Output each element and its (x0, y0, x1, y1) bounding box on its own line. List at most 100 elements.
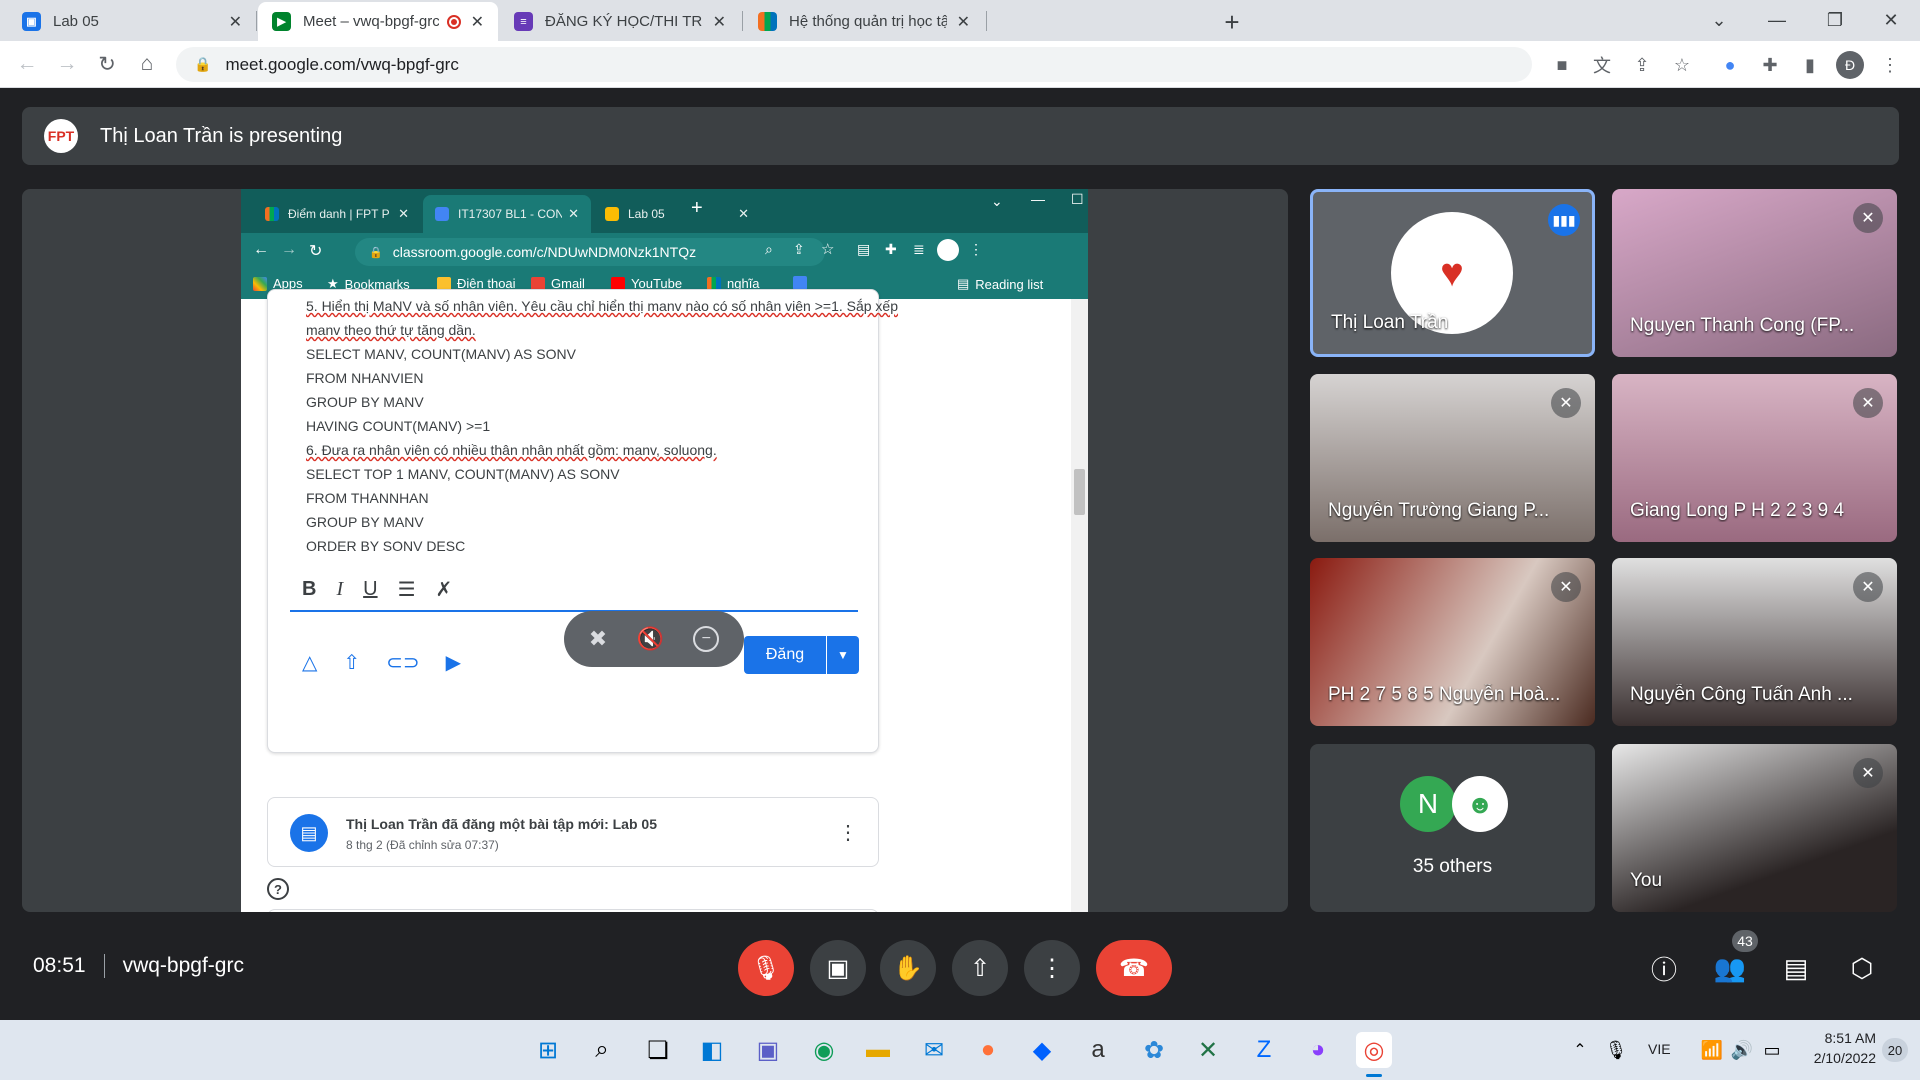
raise-hand-button[interactable]: ✋ (880, 940, 936, 996)
menu-icon[interactable]: ⋮ (1876, 51, 1904, 79)
side-panel-icon[interactable]: ▮ (1796, 51, 1824, 79)
editor-underline (290, 610, 858, 612)
more-options-button[interactable]: ⋮ (1024, 940, 1080, 996)
help-icon: ? (267, 878, 289, 900)
shared-url-text: classroom.google.com/c/NDUwNDM0Nzk1NTQz (392, 244, 697, 260)
messenger-icon[interactable]: ◕ (1300, 1032, 1336, 1068)
maximize-icon: ☐ (1071, 191, 1084, 207)
widgets-icon[interactable]: ◧ (694, 1032, 730, 1068)
extension-round-icon[interactable]: ● (1716, 51, 1744, 79)
people-icon[interactable]: 👥 (1710, 948, 1750, 988)
browser-tab-fpt-lms[interactable]: Hệ thống quản trị học tập Fpt Po ✕ (744, 2, 984, 41)
extensions-icon[interactable]: ✚ (1756, 51, 1784, 79)
close-tab-icon[interactable]: ✕ (471, 12, 484, 32)
mic-toggle-button[interactable]: 🎙 (738, 940, 794, 996)
zalo-icon[interactable]: Z (1246, 1032, 1282, 1068)
participant-name: PH 2 7 5 8 5 Nguyễn Hoà... (1328, 684, 1561, 705)
self-tile[interactable]: ✕ You (1612, 744, 1897, 912)
menu-icon: ⋮ (969, 241, 983, 257)
active-indicator (1366, 1074, 1382, 1077)
search-icon[interactable]: ⌕ (584, 1032, 620, 1068)
browser-tab-lab05[interactable]: ▣ Lab 05 ✕ (8, 2, 256, 41)
shared-address-bar: 🔒 classroom.google.com/c/NDUwNDM0Nzk1NTQ… (355, 238, 825, 266)
close-tab-icon[interactable]: ✕ (713, 12, 726, 32)
teams-chat-icon[interactable]: ▣ (750, 1032, 786, 1068)
forward-icon[interactable]: → (52, 49, 82, 79)
assignment-notice: ▤ Thị Loan Trần đã đăng một bài tập mới:… (267, 797, 879, 867)
new-tab-button[interactable]: + (1216, 6, 1248, 38)
excel-icon[interactable]: ✕ (1190, 1032, 1226, 1068)
forward-icon: → (281, 241, 297, 258)
participant-tile[interactable]: ✕ Nguyen Thanh Cong (FP... (1612, 189, 1897, 357)
microphone-icon[interactable]: 🎙 (1598, 1032, 1634, 1068)
meeting-time: 08:51 (33, 954, 86, 977)
upload-icon: ⇧ (343, 652, 361, 674)
reload-icon[interactable]: ↻ (92, 49, 122, 79)
others-tile[interactable]: N ☻ 35 others (1310, 744, 1595, 912)
mic-off-icon: ✕ (1551, 572, 1581, 602)
lock-icon: 🔒 (194, 56, 212, 72)
dropbox-icon[interactable]: ◆ (1024, 1032, 1060, 1068)
notification-badge[interactable]: 20 (1882, 1038, 1908, 1062)
tab-search-icon[interactable]: ⌄ (1690, 0, 1748, 41)
activities-icon[interactable]: ⬡ (1842, 948, 1882, 988)
browser-toolbar: ← → ↻ ⌂ 🔒 meet.google.com/vwq-bpgf-grc ■… (0, 41, 1920, 88)
camera-icon[interactable]: ■ (1548, 51, 1576, 79)
edge-icon[interactable]: ◉ (806, 1032, 842, 1068)
maximize-button[interactable]: ❐ (1806, 0, 1864, 41)
task-view-icon[interactable]: ❏ (640, 1032, 676, 1068)
link-icon: ⊂⊃ (386, 652, 420, 674)
share-icon[interactable]: ⇪ (1628, 51, 1656, 79)
close-window-button[interactable]: ✕ (1862, 0, 1920, 41)
browser-tab-meet[interactable]: ▶ Meet – vwq-bpgf-grc ✕ (258, 2, 498, 41)
app-icon[interactable]: ✿ (1136, 1032, 1172, 1068)
chrome-icon[interactable]: ◎ (1356, 1032, 1392, 1068)
browser-tab-dang-ky[interactable]: ≡ ĐĂNG KÝ HỌC/THI TRỰC TUYẾN ✕ (500, 2, 740, 41)
mic-off-icon: ✕ (1853, 203, 1883, 233)
participant-tile[interactable]: ✕ Nguyễn Trường Giang P... (1310, 374, 1595, 542)
participant-tile[interactable]: ✕ Giang Long P H 2 2 3 9 4 (1612, 374, 1897, 542)
firefox-icon[interactable]: ● (970, 1032, 1006, 1068)
minimize-button[interactable]: — (1748, 0, 1806, 41)
present-icon: ⇧ (969, 954, 991, 982)
windows-start-icon[interactable]: ⊞ (530, 1032, 566, 1068)
back-icon: ← (253, 241, 269, 258)
tab-search-icon: ⌄ (991, 193, 1003, 209)
amazon-icon[interactable]: a (1080, 1032, 1116, 1068)
close-tab-icon: ✕ (568, 206, 579, 221)
leave-call-button[interactable]: ☎ (1096, 940, 1172, 996)
close-tab-icon[interactable]: ✕ (229, 12, 242, 32)
battery-icon[interactable]: ▭ (1754, 1032, 1790, 1068)
code-line: HAVING COUNT(MANV) >=1 (306, 418, 491, 434)
home-icon[interactable]: ⌂ (132, 49, 162, 79)
notice-date: 8 thg 2 (Đã chỉnh sửa 07:37) (346, 838, 499, 852)
chat-icon[interactable]: ▤ (1776, 948, 1816, 988)
back-icon[interactable]: ← (12, 49, 42, 79)
star-icon[interactable]: ☆ (1668, 51, 1696, 79)
language-indicator[interactable]: VIE (1648, 1041, 1671, 1057)
participant-tile[interactable]: ♥ ▮▮▮ Thị Loan Trần (1310, 189, 1595, 357)
tab-title: IT17307 BL1 - CON (458, 207, 563, 221)
volume-off-icon[interactable]: 🔇 (637, 626, 664, 652)
meeting-code: vwq-bpgf-grc (122, 954, 244, 977)
close-tab-icon[interactable]: ✕ (957, 12, 970, 32)
system-clock[interactable]: 8:51 AM 2/10/2022 (1796, 1030, 1876, 1066)
mail-icon[interactable]: ✉ (916, 1032, 952, 1068)
pin-off-icon[interactable]: ✖ (589, 626, 607, 652)
present-button[interactable]: ⇧ (952, 940, 1008, 996)
address-bar[interactable]: 🔒 meet.google.com/vwq-bpgf-grc (176, 47, 1532, 82)
participant-name: Nguyen Thanh Cong (FP... (1630, 315, 1855, 336)
participant-tile[interactable]: ✕ Nguyễn Công Tuấn Anh ... (1612, 558, 1897, 726)
participant-tile[interactable]: ✕ PH 2 7 5 8 5 Nguyễn Hoà... (1310, 558, 1595, 726)
chevron-up-icon[interactable]: ⌃ (1562, 1032, 1598, 1068)
hand-icon: ✋ (893, 954, 923, 982)
profile-avatar[interactable]: Đ (1836, 51, 1864, 79)
file-explorer-icon[interactable]: ▬ (860, 1032, 896, 1068)
remove-icon[interactable]: − (693, 626, 720, 652)
profile-avatar (937, 239, 959, 261)
camera-toggle-button[interactable]: ▣ (810, 940, 866, 996)
drive-icon: △ (302, 652, 318, 674)
meeting-details-icon[interactable]: ⓘ (1644, 948, 1684, 988)
translate-icon[interactable]: 文 (1588, 51, 1616, 79)
presenter-avatar: FPT (44, 119, 78, 153)
